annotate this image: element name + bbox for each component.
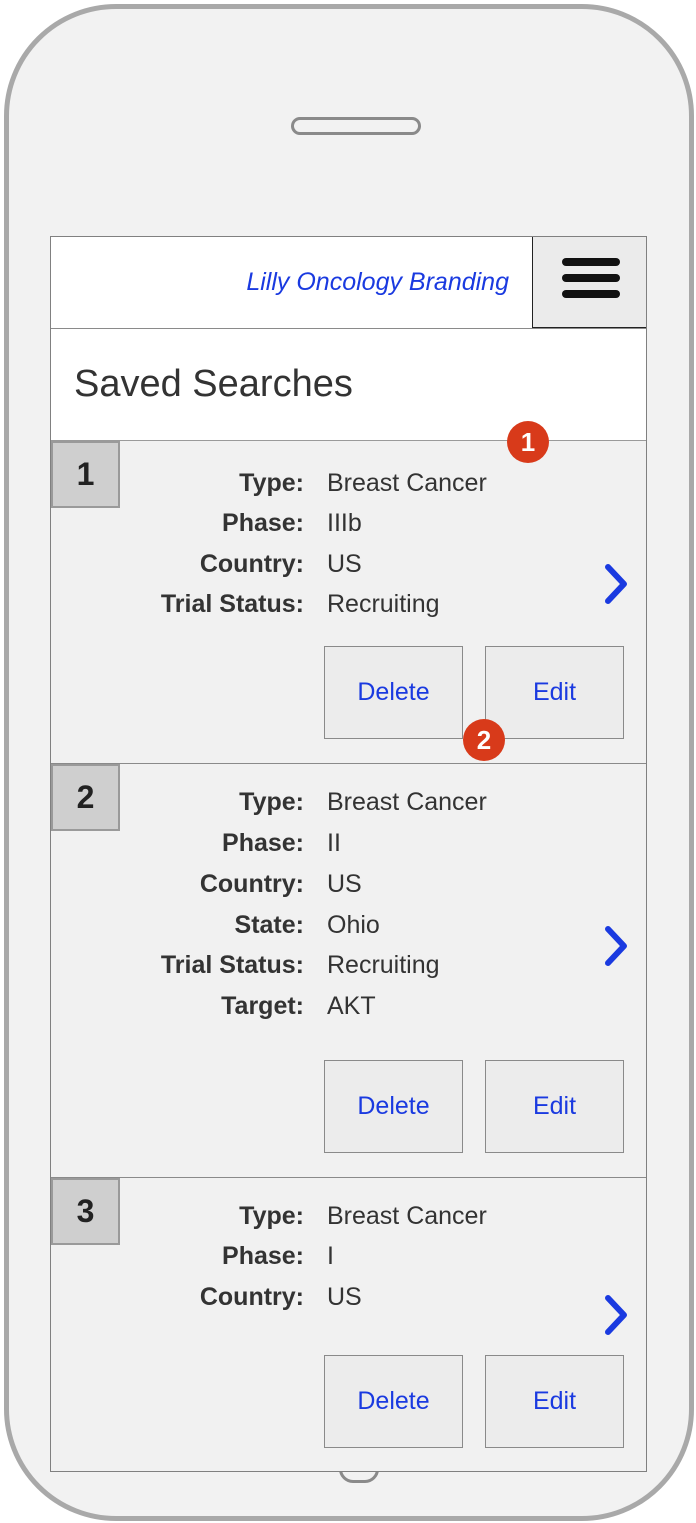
field-value: US (327, 1283, 362, 1311)
page-title-bar: Saved Searches (51, 329, 646, 441)
field-label: Country: (199, 550, 304, 578)
chevron-right-icon[interactable] (596, 1290, 636, 1340)
hamburger-icon (562, 258, 620, 266)
field-row: State: Ohio (51, 911, 646, 951)
app-screen: Lilly Oncology Branding Saved Searches 1… (50, 236, 647, 1472)
hamburger-icon-bar (562, 290, 620, 298)
annotation-marker: 2 (463, 719, 505, 761)
field-label: Type: (239, 469, 304, 497)
annotation-marker: 1 (507, 421, 549, 463)
field-row: Type: Breast Cancer (51, 469, 646, 509)
delete-button[interactable]: Delete (324, 1355, 463, 1448)
edit-button[interactable]: Edit (485, 1060, 624, 1153)
field-label: Country: (199, 870, 304, 898)
field-row: Trial Status: Recruiting (51, 951, 646, 991)
field-value: Recruiting (327, 951, 440, 979)
field-value: IIIb (327, 509, 362, 537)
field-row: Target: AKT (51, 992, 646, 1032)
hamburger-icon-bar (562, 274, 620, 282)
field-value: US (327, 550, 362, 578)
field-label: Target: (221, 992, 304, 1020)
delete-button[interactable]: Delete (324, 1060, 463, 1153)
field-label: Country: (199, 1283, 304, 1311)
field-row: Phase: II (51, 829, 646, 869)
edit-button[interactable]: Edit (485, 646, 624, 739)
page-title: Saved Searches (74, 363, 353, 405)
field-row: Country: US (51, 870, 646, 910)
field-value: Breast Cancer (327, 469, 487, 497)
field-value: US (327, 870, 362, 898)
field-row: Type: Breast Cancer (51, 788, 646, 828)
field-label: Phase: (222, 1242, 304, 1270)
field-row: Type: Breast Cancer (51, 1202, 646, 1242)
field-row: Phase: IIIb (51, 509, 646, 549)
field-label: Trial Status: (160, 951, 304, 979)
field-value: II (327, 829, 341, 857)
field-label: Phase: (222, 829, 304, 857)
chevron-right-icon[interactable] (596, 559, 636, 609)
field-label: Trial Status: (160, 590, 304, 618)
saved-search-card: 2 Type: Breast Cancer Phase: II Country:… (51, 764, 646, 1178)
phone-speaker (291, 117, 421, 135)
field-value: AKT (327, 992, 376, 1020)
field-label: Phase: (222, 509, 304, 537)
saved-search-card: 3 Type: Breast Cancer Phase: I Country: … (51, 1178, 646, 1471)
app-header: Lilly Oncology Branding (51, 237, 646, 329)
menu-button[interactable] (532, 237, 646, 328)
field-value: Ohio (327, 911, 380, 939)
edit-button[interactable]: Edit (485, 1355, 624, 1448)
brand-text: Lilly Oncology Branding (246, 268, 509, 296)
field-label: Type: (239, 1202, 304, 1230)
field-row: Trial Status: Recruiting (51, 590, 646, 630)
field-value: I (327, 1242, 334, 1270)
field-row: Country: US (51, 550, 646, 590)
field-value: Breast Cancer (327, 1202, 487, 1230)
field-value: Recruiting (327, 590, 440, 618)
chevron-right-icon[interactable] (596, 921, 636, 971)
field-row: Country: US (51, 1283, 646, 1323)
field-value: Breast Cancer (327, 788, 487, 816)
saved-search-card: 1 Type: Breast Cancer Phase: IIIb Countr… (51, 441, 646, 764)
field-label: State: (234, 911, 304, 939)
delete-button[interactable]: Delete (324, 646, 463, 739)
field-label: Type: (239, 788, 304, 816)
field-row: Phase: I (51, 1242, 646, 1282)
